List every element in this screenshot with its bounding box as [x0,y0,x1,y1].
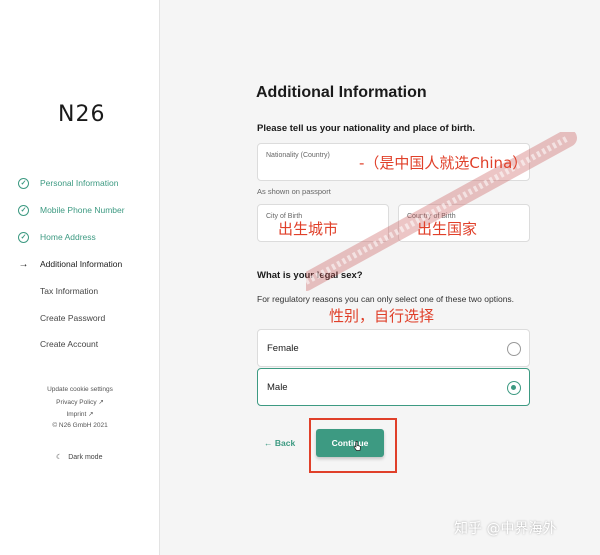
check-circle-icon: ✓ [18,177,29,189]
legal-sex-description: For regulatory reasons you can only sele… [257,294,515,304]
hand-cursor-icon [353,441,361,451]
city-annotation: 出生城市 [278,220,339,238]
option-label: Female [267,343,299,354]
step-label: Home Address [40,232,96,242]
step-personal-information[interactable]: ✓ Personal Information [18,175,118,191]
arrow-right-icon: → [18,258,29,270]
sidebar: N26 ✓ Personal Information ✓ Mobile Phon… [0,0,160,555]
imprint-link[interactable]: Imprint ↗ [0,410,160,418]
page-title: Additional Information [256,84,427,101]
dark-mode-toggle[interactable]: ☾ Dark mode [56,453,102,461]
n26-logo[interactable]: N26 [58,102,105,127]
main-content: Additional Information Please tell us yo… [161,0,600,555]
option-female[interactable]: Female [257,329,530,367]
step-label: Create Account [40,339,99,349]
country-annotation: 出生国家 [417,220,478,238]
step-additional-information[interactable]: → Additional Information [18,256,123,272]
copyright-text: © N26 GmbH 2021 [52,422,108,429]
dark-mode-label: Dark mode [68,454,103,461]
nationality-annotation: -（是中国人就选China） [359,154,528,172]
update-cookie-settings-link[interactable]: Update cookie settings [0,386,160,393]
moon-icon: ☾ [56,454,63,461]
privacy-policy-link[interactable]: Privacy Policy ↗ [0,398,160,406]
check-circle-icon: ✓ [18,204,29,216]
option-label: Male [267,382,288,393]
radio-unselected-icon[interactable] [507,342,521,356]
watermark: 知乎 @中界海外 [454,521,557,537]
step-tax-information: Tax Information [18,283,98,299]
radio-selected-icon[interactable] [507,381,521,395]
step-label: Personal Information [40,178,119,188]
step-create-password: Create Password [18,310,105,326]
step-label: Create Password [40,313,106,323]
back-button[interactable]: ← Back [264,438,295,448]
step-home-address[interactable]: ✓ Home Address [18,229,96,245]
step-mobile-phone-number[interactable]: ✓ Mobile Phone Number [18,202,125,218]
sex-annotation: 性别，自行选择 [329,307,435,325]
check-circle-icon: ✓ [18,231,29,243]
step-label: Mobile Phone Number [40,205,125,215]
continue-button[interactable]: Continue [316,429,384,457]
step-label: Tax Information [40,286,99,296]
step-label: Additional Information [40,259,123,269]
option-male[interactable]: Male [257,368,530,406]
step-create-account: Create Account [18,336,98,352]
